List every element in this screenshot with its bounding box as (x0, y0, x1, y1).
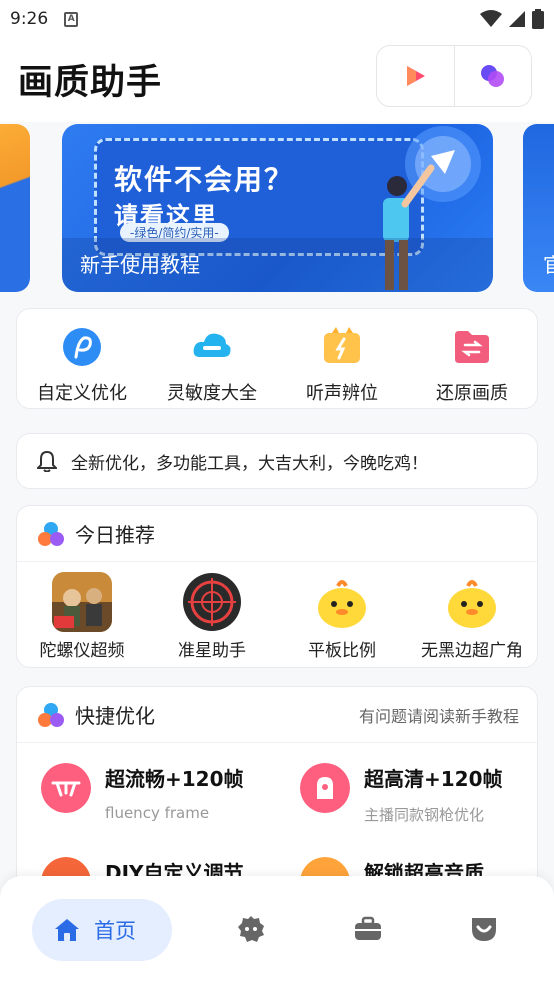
nav-profile-tab[interactable] (467, 912, 501, 946)
banner-carousel[interactable]: 软件不会用？ 请看这里 -绿色/简约/实用- 新手使用教程 官 (0, 124, 554, 292)
cloud-icon (193, 333, 231, 357)
quick-title: 超高清+120帧 (364, 767, 503, 791)
banner-next-caption: 官 (543, 253, 554, 277)
status-time: 9:26 (10, 9, 49, 29)
banner-caption: 新手使用教程 (80, 253, 200, 277)
bell-icon (37, 450, 57, 472)
quick-subtitle: 主播同款钢枪优化 (364, 806, 485, 824)
app-screen: 9:26 A 画质助手 软件不会用？ 请看这里 -绿色/简约/实用- 新手使用教… (0, 0, 554, 984)
recommend-label: 陀螺仪超频 (39, 641, 125, 661)
quick-hd-120[interactable]: 超高清+120帧 主播同款钢枪优化 (300, 763, 503, 825)
tool-restore-quality[interactable]: 还原画质 (407, 309, 537, 408)
tool-label: 灵敏度大全 (167, 383, 257, 404)
notice-text: 全新优化，多功能工具，大吉大利，今晚吃鸡！ (71, 453, 428, 474)
section-header: 今日推荐 (17, 506, 537, 562)
section-title: 今日推荐 (75, 523, 155, 547)
briefcase-icon (355, 916, 381, 940)
recommend-tablet-ratio[interactable]: 平板比例 (277, 572, 407, 661)
recommend-label: 准星助手 (178, 641, 246, 661)
tool-shortcuts: 自定义优化 灵敏度大全 听声辨位 还原画质 (16, 308, 538, 409)
gear-icon (238, 916, 264, 942)
section-title: 快捷优化 (75, 704, 155, 728)
battery-icon (532, 9, 544, 29)
quick-fluency-120[interactable]: 超流畅+120帧 fluency frame (41, 763, 244, 822)
home-icon (55, 919, 79, 941)
header-actions (376, 45, 532, 107)
video-tutorial-button[interactable] (377, 46, 454, 106)
app-notification-icon: A (64, 11, 79, 27)
status-bar: 9:26 A (0, 0, 554, 38)
nav-home-tab[interactable]: 首页 (32, 899, 172, 961)
recommend-list: 陀螺仪超频 准星助手 平板比例 无黑边超广角 (17, 562, 537, 661)
recommend-wide-angle[interactable]: 无黑边超广角 (407, 572, 537, 661)
today-recommend-section: 今日推荐 陀螺仪超频 准星助手 平板比例 无黑边超广角 (16, 505, 538, 668)
tool-label: 还原画质 (436, 383, 508, 404)
status-icons (480, 9, 544, 29)
banner-headline: 软件不会用？ (114, 163, 295, 196)
page-title: 画质助手 (18, 63, 163, 103)
tool-sensitivity[interactable]: 灵敏度大全 (147, 309, 277, 408)
notice-bar[interactable]: 全新优化，多功能工具，大吉大利，今晚吃鸡！ (16, 433, 538, 489)
nav-home-label: 首页 (94, 919, 136, 943)
recommend-gyro-overclock[interactable]: 陀螺仪超频 (17, 572, 147, 661)
p-logo-icon (63, 328, 101, 366)
nav-toolbox-tab[interactable] (351, 912, 385, 946)
wifi-icon (480, 10, 502, 27)
fluency-icon (41, 763, 91, 813)
recommend-crosshair[interactable]: 准星助手 (147, 572, 277, 661)
app-header: 画质助手 (0, 38, 554, 122)
crosshair-icon (183, 573, 241, 631)
banner-prev[interactable] (0, 124, 30, 292)
recommend-label: 平板比例 (308, 641, 376, 661)
tutorial-hint-link[interactable]: 有问题请阅读新手教程 (359, 703, 519, 727)
nav-settings-tab[interactable] (234, 912, 268, 946)
game-poster-icon (52, 572, 112, 632)
link-button[interactable] (453, 46, 532, 106)
circles-icon (480, 65, 504, 87)
play-icon (407, 66, 426, 86)
hd-icon (300, 763, 350, 813)
three-dots-logo-icon (38, 702, 64, 727)
quick-subtitle: fluency frame (105, 804, 210, 822)
quick-title: 超流畅+120帧 (105, 767, 244, 791)
tool-label: 听声辨位 (306, 383, 378, 404)
recommend-label: 无黑边超广角 (421, 641, 523, 661)
tool-custom-optimize[interactable]: 自定义优化 (17, 309, 147, 408)
profile-icon (472, 918, 496, 941)
section-header: 快捷优化 有问题请阅读新手教程 (17, 687, 537, 743)
three-dots-logo-icon (38, 521, 64, 546)
tool-label: 自定义优化 (37, 383, 127, 404)
banner-slide[interactable]: 软件不会用？ 请看这里 -绿色/简约/实用- 新手使用教程 (62, 124, 493, 292)
folder-exchange-icon (455, 331, 489, 363)
tool-sound-locate[interactable]: 听声辨位 (277, 309, 407, 408)
bottom-navigation: 首页 (0, 876, 554, 984)
chick-icon (318, 580, 366, 628)
banner-next[interactable]: 官 (523, 124, 554, 292)
chick-icon (448, 580, 496, 628)
signal-icon (509, 11, 525, 27)
sound-icon (324, 327, 360, 363)
